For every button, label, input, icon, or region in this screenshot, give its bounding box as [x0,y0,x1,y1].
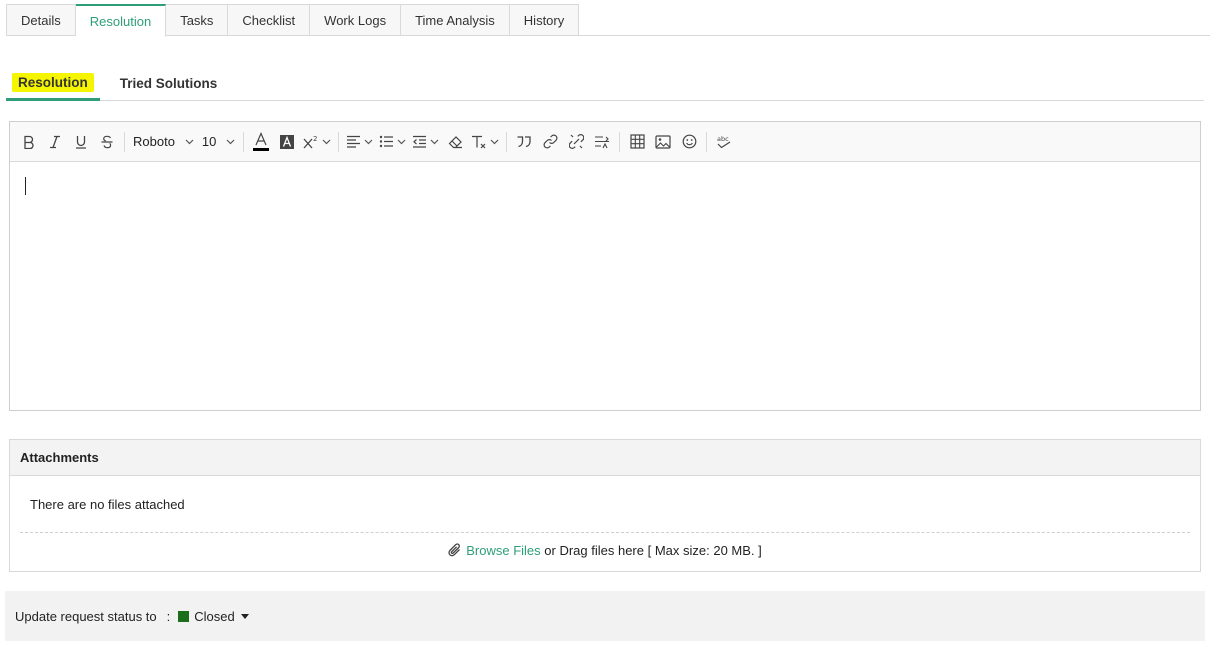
drag-files-text: or Drag files here [ Max size: 20 MB. ] [544,543,762,558]
insert-emoji-button[interactable] [676,128,702,156]
bold-button[interactable] [16,128,42,156]
font-color-button[interactable] [248,128,274,156]
link-icon [543,134,558,149]
editor-content-area[interactable] [10,162,1200,410]
tab-tasks[interactable]: Tasks [166,4,229,36]
background-color-button[interactable] [274,128,300,156]
remove-link-button[interactable] [563,128,589,156]
align-left-icon [347,135,361,148]
update-status-bar: Update request status to : Closed [5,591,1205,641]
image-icon [655,134,671,149]
chevron-down-icon [364,139,373,144]
chevron-down-icon [397,139,406,144]
blockquote-button[interactable] [511,128,537,156]
caret-down-icon [240,613,249,619]
status-label: Update request status to [15,608,157,624]
superscript-icon: 2 [303,135,318,148]
no-attachments-text: There are no files attached [30,497,185,512]
file-drop-zone[interactable]: Browse Files or Drag files here [ Max si… [10,543,1200,558]
font-family-value: Roboto [133,134,175,149]
table-icon [630,134,645,149]
background-color-icon [280,134,295,149]
chevron-down-icon [430,139,439,144]
underline-button[interactable] [68,128,94,156]
special-characters-button[interactable] [589,128,615,156]
status-separator: : [166,608,171,624]
paperclip-icon [448,543,462,558]
editor-toolbar: Roboto 10 2 abc [10,122,1200,162]
tab-details[interactable]: Details [6,4,76,36]
tab-work-logs[interactable]: Work Logs [310,4,402,36]
clear-text-icon [472,135,486,148]
underline-icon [76,135,86,149]
spell-check-button[interactable]: abc [711,128,737,156]
special-format-icon [595,135,610,148]
toolbar-separator [706,131,708,152]
text-cursor [25,177,26,195]
insert-link-button[interactable] [537,128,563,156]
eraser-icon [448,135,462,148]
strikethrough-button[interactable] [94,128,120,156]
align-button[interactable] [343,128,376,156]
toolbar-separator [338,131,340,152]
insert-table-button[interactable] [624,128,650,156]
tab-checklist[interactable]: Checklist [228,4,311,36]
status-dropdown[interactable]: Closed [178,608,249,624]
text-format-button[interactable] [468,128,502,156]
clear-formatting-button[interactable] [442,128,468,156]
top-tab-bar: Details Resolution Tasks Checklist Work … [6,4,580,37]
svg-text:2: 2 [313,135,317,143]
chevron-down-icon [185,139,194,144]
indent-button[interactable] [409,128,442,156]
status-color-swatch [178,610,190,622]
subtab-tried-solutions[interactable]: Tried Solutions [110,66,228,101]
attachments-divider [20,532,1190,533]
toolbar-separator [124,131,125,152]
toolbar-separator [619,131,621,152]
tab-history[interactable]: History [509,4,580,36]
tab-time-analysis[interactable]: Time Analysis [401,4,510,36]
toolbar-separator [243,131,245,152]
svg-text:abc: abc [717,135,729,143]
chevron-down-icon [226,139,235,144]
chevron-down-icon [490,139,499,144]
italic-icon [50,135,60,148]
tab-resolution[interactable]: Resolution [75,4,167,37]
subtab-resolution[interactable]: Resolution [6,66,100,101]
font-family-select[interactable]: Roboto [129,128,198,156]
superscript-button[interactable]: 2 [300,128,334,156]
quote-icon [517,136,532,148]
attachments-panel: Attachments There are no files attached … [9,439,1201,572]
attachments-title: Attachments [10,440,1200,476]
bold-icon [24,135,34,149]
browse-files-link[interactable]: Browse Files [466,543,540,558]
font-color-icon [253,131,270,151]
font-size-select[interactable]: 10 [198,128,239,156]
sub-tab-bar: Resolution Tried Solutions [6,66,233,101]
chevron-down-icon [322,139,331,144]
status-value: Closed [194,608,235,624]
unlink-icon [568,134,584,149]
font-size-value: 10 [201,134,217,149]
toolbar-separator [506,131,508,152]
insert-image-button[interactable] [650,128,676,156]
strikethrough-icon [101,135,113,148]
spell-check-icon: abc [717,135,731,148]
list-button[interactable] [376,128,409,156]
subtab-resolution-label: Resolution [12,72,94,92]
resolution-editor: Roboto 10 2 abc [9,121,1201,411]
smiley-icon [682,134,697,149]
bullet-list-icon [380,135,394,148]
italic-button[interactable] [42,128,68,156]
outdent-icon [413,135,427,148]
